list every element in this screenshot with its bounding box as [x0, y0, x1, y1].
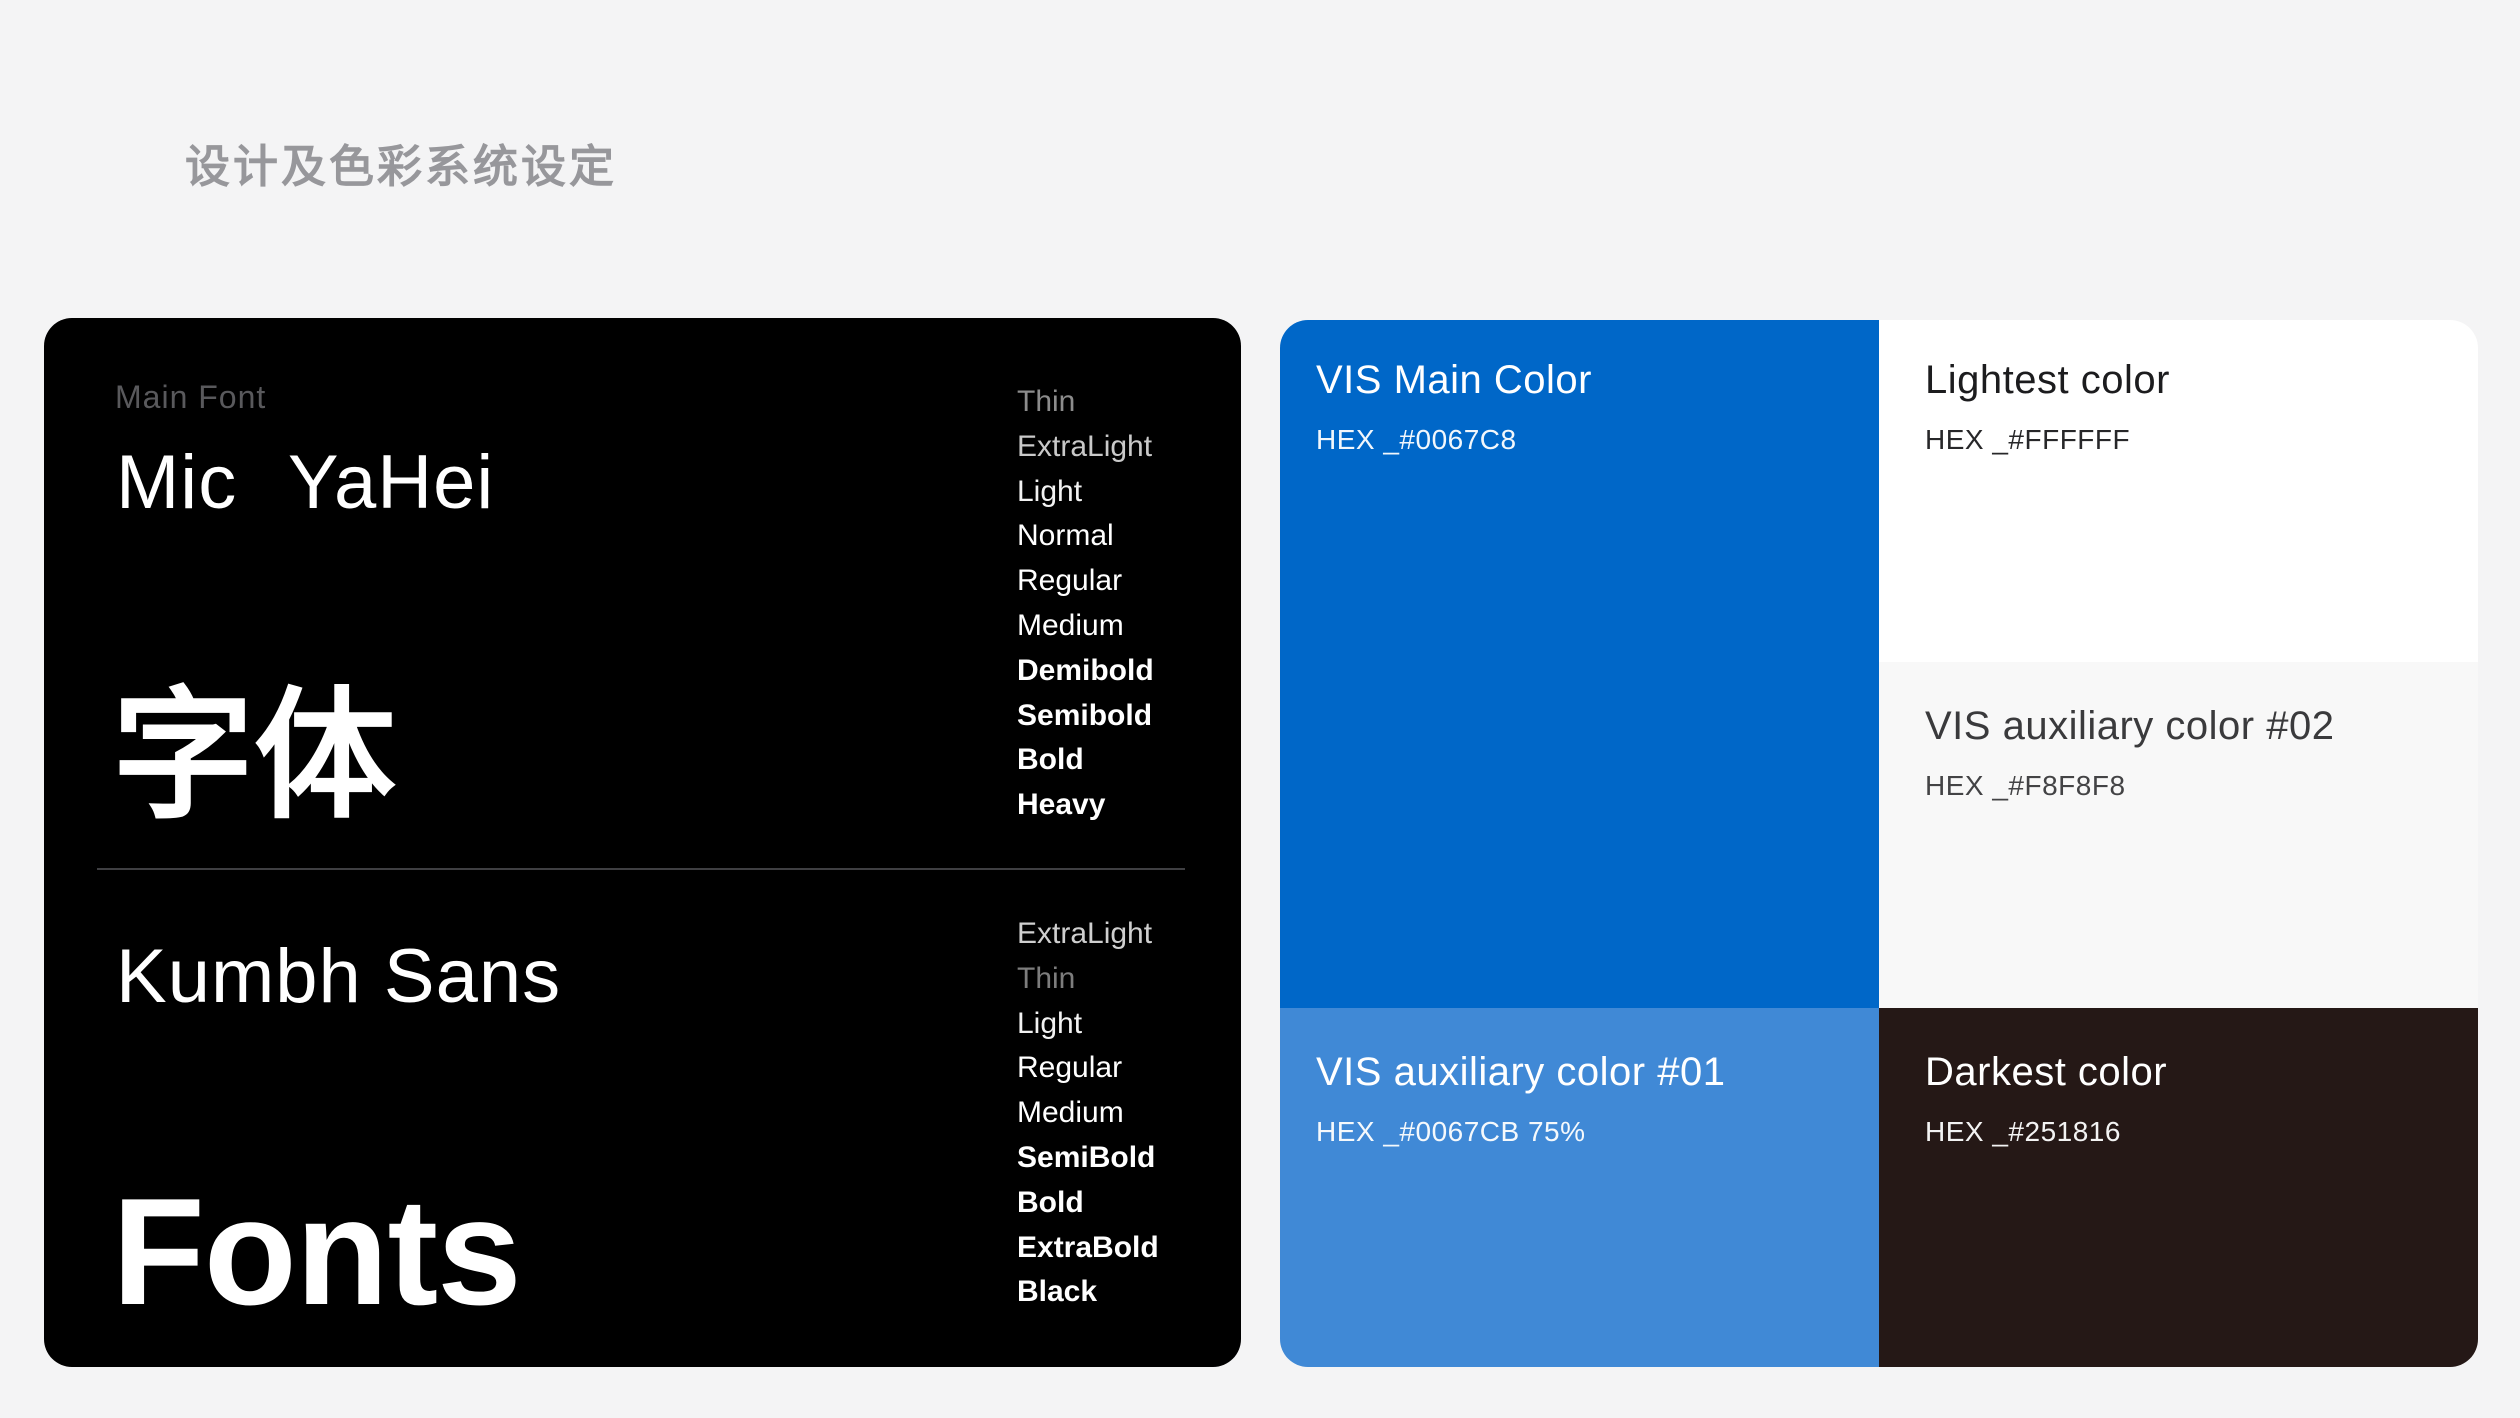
font2-weight-thin: Thin: [1017, 961, 1076, 995]
swatch-title: VIS auxiliary color #01: [1316, 1050, 1726, 1094]
font1-weight-medium: Medium: [1017, 608, 1124, 642]
font2-weight-extralight: ExtraLight: [1017, 917, 1153, 950]
font-specimen-panel: Main Font Mic YaHei 字体 Kumbh Sans Fonts …: [44, 318, 1241, 1367]
font1-weight-demibold: Demibold: [1017, 653, 1154, 687]
font2-weight-black: Black: [1017, 1275, 1098, 1309]
font2-weights-list: ExtraLight Thin Light Regular Medium Sem…: [1017, 912, 1159, 1315]
font2-weight-light: Light: [1017, 1006, 1083, 1040]
font2-weight-bold: Bold: [1017, 1185, 1084, 1219]
font1-weights-list: Thin ExtraLight Light Normal Regular Med…: [1017, 380, 1154, 828]
swatch-hex-value: HEX _#F8F8F8: [1925, 770, 2126, 801]
font2-latin-specimen: Fonts: [112, 1167, 522, 1337]
panel-divider: [97, 868, 1185, 870]
swatch-title: Darkest color: [1925, 1050, 2168, 1094]
swatch-hex-value: HEX _#0067C8: [1316, 424, 1517, 455]
font2-weight-medium: Medium: [1017, 1096, 1124, 1130]
font1-weight-semibold: Semibold: [1017, 698, 1153, 732]
swatch-title: VIS auxiliary color #02: [1925, 704, 2335, 748]
font1-weight-regular: Regular: [1017, 564, 1123, 598]
font2-weight-semibold: SemiBold: [1017, 1140, 1156, 1174]
swatch-hex-value: HEX _#0067CB 75%: [1316, 1116, 1586, 1147]
font1-cjk-specimen: 字体: [112, 677, 396, 836]
swatch-hex-value: HEX _#251816: [1925, 1116, 2121, 1147]
swatch-hex-value: HEX _#FFFFFF: [1925, 424, 2131, 455]
font2-weight-extrabold: ExtraBold: [1017, 1230, 1159, 1264]
font1-weight-heavy: Heavy: [1017, 788, 1106, 822]
swatch-title: Lightest color: [1925, 358, 2170, 402]
font2-name: Kumbh Sans: [116, 934, 562, 1019]
font1-weight-light: Light: [1017, 474, 1083, 508]
page-title: 设计及色彩系统设定: [185, 141, 618, 192]
swatch-vis-auxiliary-color-02: VIS auxiliary color #02 HEX _#F8F8F8: [1879, 662, 2478, 1008]
font1-weight-extralight: ExtraLight: [1017, 429, 1153, 463]
swatch-vis-main-color: VIS Main Color HEX _#0067C8: [1280, 320, 1879, 1008]
font1-weight-bold: Bold: [1017, 743, 1084, 777]
main-font-label: Main Font: [115, 379, 267, 415]
font1-name: Mic YaHei: [116, 440, 495, 525]
swatch-lightest-color: Lightest color HEX _#FFFFFF: [1879, 320, 2478, 662]
font1-weight-thin: Thin: [1017, 385, 1076, 418]
font2-weight-regular: Regular: [1017, 1051, 1123, 1085]
swatch-vis-auxiliary-color-01: VIS auxiliary color #01 HEX _#0067CB 75%: [1280, 1008, 1879, 1367]
font1-weight-normal: Normal: [1017, 519, 1114, 553]
color-system-panel: VIS Main Color HEX _#0067C8 Lightest col…: [1280, 320, 2478, 1367]
swatch-darkest-color: Darkest color HEX _#251816: [1879, 1008, 2478, 1367]
swatch-title: VIS Main Color: [1316, 358, 1592, 402]
